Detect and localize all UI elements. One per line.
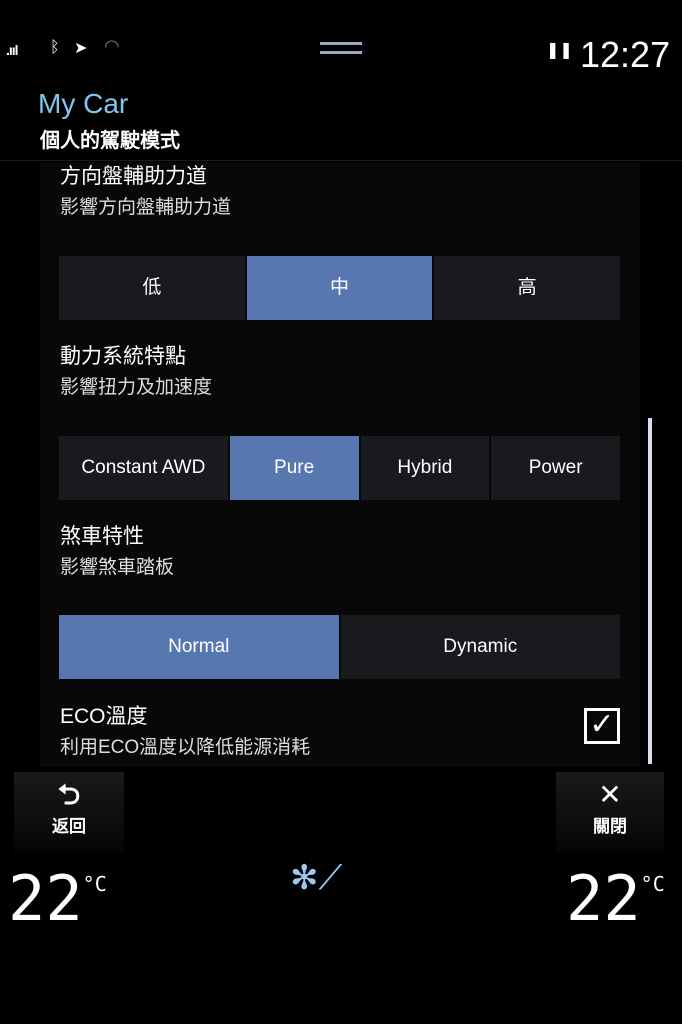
section-title: ECO溫度 xyxy=(60,705,148,728)
option-constant-awd[interactable]: Constant AWD xyxy=(59,436,228,500)
page-subtitle: 個人的駕駛模式 xyxy=(40,130,180,152)
section-title: 方向盤輔助力道 xyxy=(60,165,207,188)
close-label: 關閉 xyxy=(593,817,627,836)
wifi-icon: ◠ xyxy=(104,36,120,56)
back-label: 返回 xyxy=(52,817,86,836)
section-eco: ECO溫度 利用ECO溫度以降低能源消耗 xyxy=(60,700,310,759)
temp-unit: °C xyxy=(82,872,107,896)
section-desc: 影響扭力及加速度 xyxy=(60,377,213,398)
option-low[interactable]: 低 xyxy=(59,256,245,320)
section-powertrain: 動力系統特點 影響扭力及加速度 xyxy=(60,340,212,399)
settings-list[interactable]: 方向盤輔助力道 影響方向盤輔助力道 低 中 高 動力系統特點 影響扭力及加速度 … xyxy=(40,162,640,767)
divider xyxy=(0,160,682,161)
section-desc: 影響方向盤輔助力道 xyxy=(60,197,232,218)
close-button[interactable]: ✕ 關閉 xyxy=(556,772,664,852)
option-hybrid[interactable]: Hybrid xyxy=(360,436,490,500)
section-desc: 利用ECO溫度以降低能源消耗 xyxy=(60,737,311,758)
section-desc: 影響煞車踏板 xyxy=(60,557,175,578)
steering-selector[interactable]: 低 中 高 xyxy=(59,256,621,320)
temp-left[interactable]: 22°C xyxy=(8,862,107,935)
pause-icon: ❚❚ xyxy=(546,42,573,59)
bluetooth-icon: ᛒ xyxy=(50,39,60,56)
location-icon: ➤ xyxy=(74,40,88,57)
option-power[interactable]: Power xyxy=(491,436,620,500)
page-title: My Car xyxy=(38,88,129,119)
option-dynamic[interactable]: Dynamic xyxy=(340,615,620,679)
temp-value: 22 xyxy=(566,862,641,935)
temp-unit: °C xyxy=(640,872,665,896)
status-bar: .ııl ᛒ ➤ ◠ ❚❚ 12:27 xyxy=(0,30,682,75)
option-medium[interactable]: 中 xyxy=(246,256,433,320)
seat-airflow-icon[interactable]: ✻⟋ xyxy=(290,858,342,898)
option-pure[interactable]: Pure xyxy=(229,436,359,500)
temp-right[interactable]: 22°C xyxy=(566,862,665,935)
powertrain-selector[interactable]: Constant AWD Pure Hybrid Power xyxy=(59,436,620,500)
scrollbar[interactable] xyxy=(648,418,652,764)
section-steering: 方向盤輔助力道 影響方向盤輔助力道 xyxy=(60,162,231,219)
drag-handle[interactable] xyxy=(320,42,362,54)
temp-value: 22 xyxy=(8,862,83,935)
back-button[interactable]: ⮌ 返回 xyxy=(14,772,124,852)
section-brake: 煞車特性 影響煞車踏板 xyxy=(60,520,174,579)
section-title: 煞車特性 xyxy=(60,525,144,548)
back-arrow-icon: ⮌ xyxy=(57,779,81,810)
section-title: 動力系統特點 xyxy=(60,345,186,368)
option-normal[interactable]: Normal xyxy=(59,615,339,679)
brake-selector[interactable]: Normal Dynamic xyxy=(59,615,620,679)
clock: 12:27 xyxy=(580,34,671,75)
signal-icon: .ııl xyxy=(6,42,19,58)
option-high[interactable]: 高 xyxy=(434,256,621,320)
eco-checkbox[interactable]: ✓ xyxy=(584,708,620,744)
close-icon: ✕ xyxy=(598,779,622,810)
